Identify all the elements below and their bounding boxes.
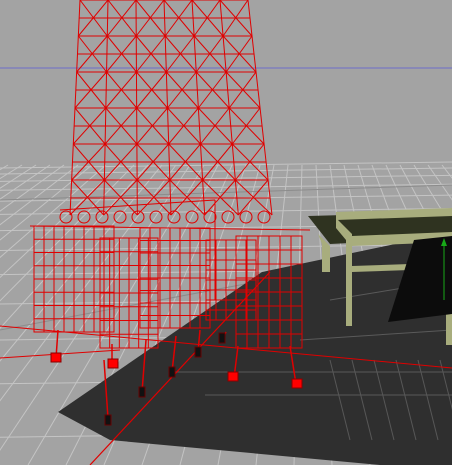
footing-anchor: [104, 414, 112, 426]
footing-anchor: [194, 346, 202, 358]
grid-line: [0, 164, 37, 189]
footing-anchor: [218, 332, 226, 344]
grid-line: [0, 161, 452, 169]
tower-ring: [77, 210, 91, 224]
3d-perspective-viewport[interactable]: [0, 0, 452, 465]
footing-anchor: [168, 366, 176, 378]
footing-anchor: [138, 386, 146, 398]
grid-line: [0, 164, 51, 200]
scene-canvas[interactable]: [0, 0, 452, 465]
footing-block: [291, 378, 303, 389]
footing-block: [227, 371, 239, 382]
tower-ring: [59, 210, 73, 224]
footing-block: [50, 352, 62, 363]
footing-block: [107, 358, 119, 369]
